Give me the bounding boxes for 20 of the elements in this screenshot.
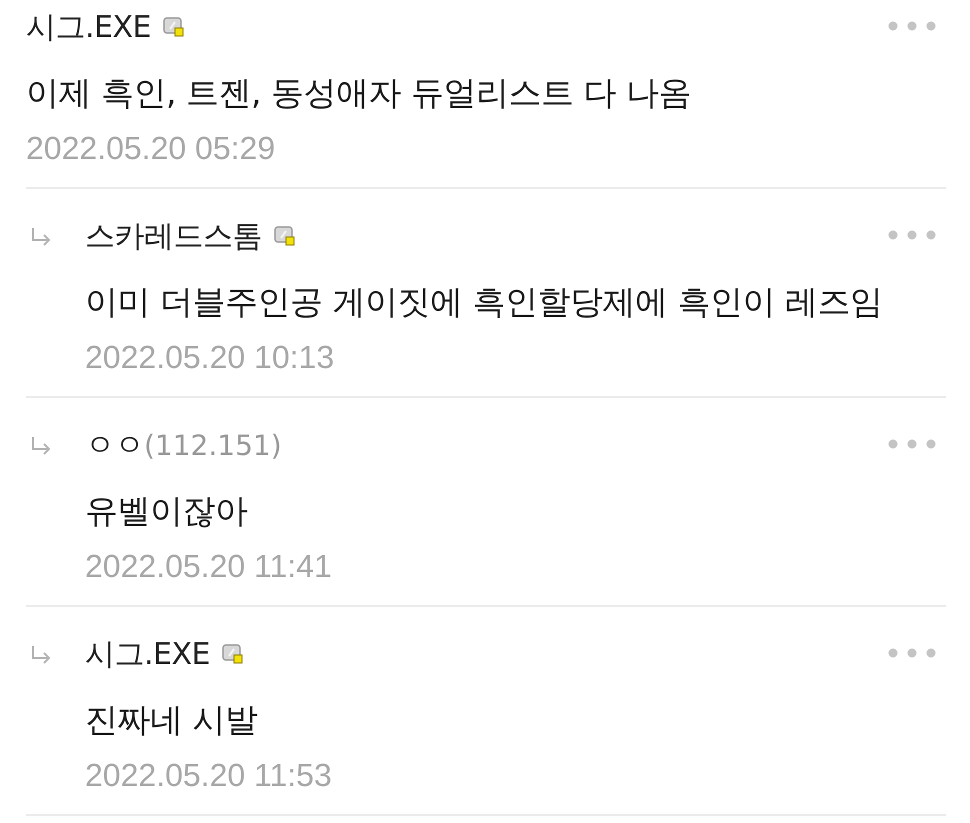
reply-arrow-icon <box>30 644 52 666</box>
ip-address: (112.151) <box>144 428 282 462</box>
author-name: 시그.EXE <box>26 8 151 46</box>
comment-date: 2022.05.20 10:13 <box>85 339 336 375</box>
comment-text: 이미 더블주인공 게이짓에 흑인할당제에 흑인이 레즈임 <box>85 282 884 322</box>
author-name: 스카레드스톰 <box>85 218 262 256</box>
reply-arrow-icon <box>30 435 52 457</box>
more-icon <box>888 21 936 31</box>
comment-text: 이제 흑인, 트젠, 동성애자 듀얼리스트 다 나옴 <box>26 73 692 113</box>
reply-arrow-icon <box>30 226 52 248</box>
comment-date: 2022.05.20 11:41 <box>85 548 333 584</box>
author-name: ㅇㅇ <box>85 426 144 464</box>
comment-date: 2022.05.20 11:53 <box>85 757 333 793</box>
comment-date: 2022.05.20 05:29 <box>26 130 276 166</box>
comment-text: 유벨이잖아 <box>85 491 248 531</box>
author-name: 시그.EXE <box>85 636 210 674</box>
comment-text: 진짜네 시발 <box>85 700 258 740</box>
more-icon <box>888 439 936 449</box>
more-icon <box>888 648 936 658</box>
more-icon <box>888 230 936 240</box>
